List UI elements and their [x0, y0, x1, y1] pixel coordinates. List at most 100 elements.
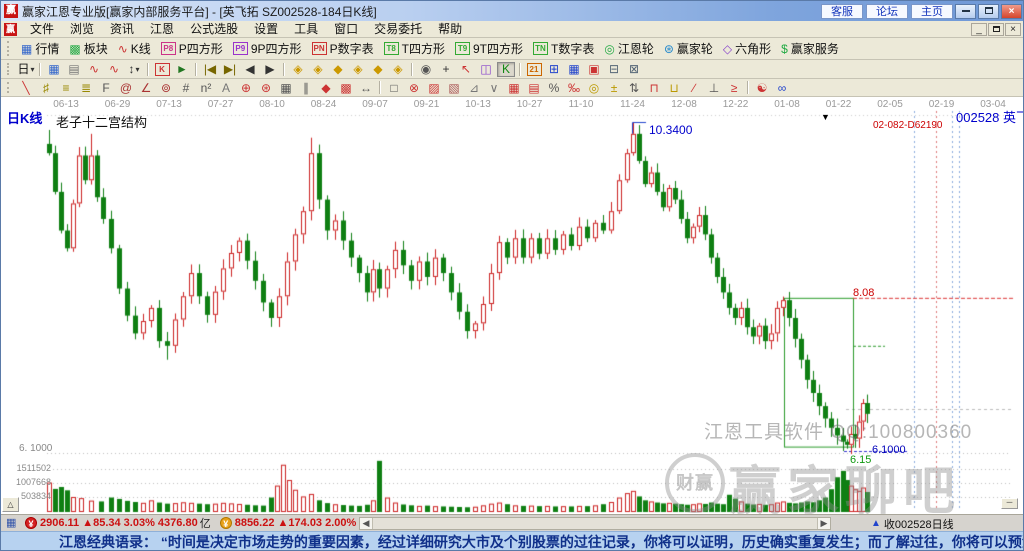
gann-diamond-2[interactable]: ◈: [309, 62, 327, 77]
scale-toggle-icon[interactable]: ↕▾: [125, 62, 143, 77]
span-arrow-tool[interactable]: ↔: [357, 80, 375, 95]
calculator-button[interactable]: ⊞: [545, 62, 563, 77]
sectors-button[interactable]: ▩板块: [64, 39, 112, 59]
calendar-button[interactable]: 21: [525, 62, 543, 77]
minimize-button[interactable]: [955, 4, 976, 19]
palace-tool[interactable]: ◫: [477, 62, 495, 77]
multi-slope-tool[interactable]: ≥: [725, 80, 743, 95]
angle-line-tool[interactable]: ∠: [137, 80, 155, 95]
gann-grid-tool[interactable]: ♯: [37, 80, 55, 95]
gann-fan-tool[interactable]: ⊕: [237, 80, 255, 95]
trend-line2-icon[interactable]: ∿: [105, 62, 123, 77]
save-as-button[interactable]: ▣: [585, 62, 603, 77]
kline-area-icon[interactable]: K: [153, 62, 171, 77]
a-angle-tool[interactable]: A: [217, 80, 235, 95]
panel-expand-button[interactable]: △: [2, 497, 19, 512]
golden-circle-tool[interactable]: ◎: [585, 80, 603, 95]
menu-item-9[interactable]: 帮助: [430, 21, 470, 37]
winner-service-button[interactable]: $赢家服务: [776, 39, 844, 59]
zigzag-tool[interactable]: ∨: [485, 80, 503, 95]
menu-item-2[interactable]: 资讯: [102, 21, 142, 37]
percent-retrace-tool[interactable]: ‰: [565, 80, 583, 95]
first-page-button[interactable]: |◀: [201, 62, 219, 77]
draw-pen-tool[interactable]: ╲: [17, 80, 35, 95]
menu-item-5[interactable]: 设置: [246, 21, 286, 37]
yinyang-tool[interactable]: ☯: [753, 80, 771, 95]
status-right-panel[interactable]: ▲ 收002528日线: [863, 516, 1023, 531]
scroll-thumb[interactable]: [372, 518, 818, 529]
slope-tool[interactable]: ⊿: [465, 80, 483, 95]
t9-square-button[interactable]: T99T四方形: [450, 39, 528, 59]
homepage-button[interactable]: 主页: [911, 4, 953, 19]
radial-tool[interactable]: ⊛: [257, 80, 275, 95]
menu-item-7[interactable]: 窗口: [326, 21, 366, 37]
spike-mark-tool[interactable]: ◆: [317, 80, 335, 95]
gann-wheel-button[interactable]: ◎江恩轮: [599, 39, 659, 59]
last-page-button[interactable]: ▶|: [221, 62, 239, 77]
gann-diamond-3[interactable]: ◆: [329, 62, 347, 77]
mdi-restore-button[interactable]: [988, 23, 1004, 36]
crosshair-tool[interactable]: +: [437, 62, 455, 77]
rect-draw-tool[interactable]: □: [385, 80, 403, 95]
trend-line-icon[interactable]: ∿: [85, 62, 103, 77]
p-square-button[interactable]: P8P四方形: [156, 39, 228, 59]
shade-box2-tool[interactable]: ▧: [445, 80, 463, 95]
gann-diamond-6[interactable]: ◈: [389, 62, 407, 77]
menu-item-8[interactable]: 交易委托: [366, 21, 430, 37]
box-region-tool[interactable]: ▩: [337, 80, 355, 95]
chart-window-icon[interactable]: ▦: [45, 62, 63, 77]
fibonacci-tool[interactable]: F: [97, 80, 115, 95]
scroll-right-arrow[interactable]: ▶: [818, 518, 830, 529]
split-tool[interactable]: ⇅: [625, 80, 643, 95]
menu-item-0[interactable]: 文件: [22, 21, 62, 37]
panel-collapse-button[interactable]: －: [1001, 498, 1018, 509]
gann-diamond-5[interactable]: ◆: [369, 62, 387, 77]
circle-ring-tool[interactable]: ⊚: [157, 80, 175, 95]
chart-scrollbar[interactable]: ◀ ▶: [359, 517, 831, 530]
percent-tool[interactable]: %: [545, 80, 563, 95]
mdi-minimize-button[interactable]: _: [971, 23, 987, 36]
close-button[interactable]: ×: [1001, 4, 1022, 19]
spiral-tool[interactable]: @: [117, 80, 135, 95]
t-number-table-button[interactable]: TNT数字表: [528, 39, 599, 59]
infinity-tool[interactable]: ∞: [773, 80, 791, 95]
price-levels-tool[interactable]: ≡: [57, 80, 75, 95]
pointer-tool[interactable]: ↖: [457, 62, 475, 77]
p-number-table-button[interactable]: PNP数字表: [307, 39, 379, 59]
gold-section-tool[interactable]: ⊔: [665, 80, 683, 95]
hand-tool[interactable]: ◉: [417, 62, 435, 77]
report-view-icon[interactable]: ▤: [65, 62, 83, 77]
golden-line-tool[interactable]: ±: [605, 80, 623, 95]
shade-box-tool[interactable]: ▨: [425, 80, 443, 95]
maximize-button[interactable]: [978, 4, 999, 19]
gann-diamond-1[interactable]: ◈: [289, 62, 307, 77]
export-button[interactable]: ⊠: [625, 62, 643, 77]
period-day-dropdown[interactable]: 日▾: [17, 62, 35, 77]
mdi-close-button[interactable]: ×: [1005, 23, 1021, 36]
square-region-tool[interactable]: ▦: [277, 80, 295, 95]
menu-item-6[interactable]: 工具: [286, 21, 326, 37]
gann-diamond-4[interactable]: ◈: [349, 62, 367, 77]
k-count-tool[interactable]: ∥: [297, 80, 315, 95]
grid-hash-tool[interactable]: #: [177, 80, 195, 95]
red-grid-tool[interactable]: ▦: [505, 80, 523, 95]
menu-item-1[interactable]: 浏览: [62, 21, 102, 37]
winner-wheel-button[interactable]: ⊛赢家轮: [659, 39, 718, 59]
menu-item-3[interactable]: 江恩: [142, 21, 182, 37]
customer-service-button[interactable]: 客服: [821, 4, 863, 19]
t-square-button[interactable]: T8T四方形: [379, 39, 450, 59]
hatch-tool[interactable]: ▤: [525, 80, 543, 95]
ray-burst-tool[interactable]: ⊗: [405, 80, 423, 95]
slope-up-tool[interactable]: ∕: [685, 80, 703, 95]
f-slope-tool[interactable]: ⊥: [705, 80, 723, 95]
color-flag-icon[interactable]: ►: [173, 62, 191, 77]
n-square-tool[interactable]: n²: [197, 80, 215, 95]
menu-item-4[interactable]: 公式选股: [182, 21, 246, 37]
forum-button[interactable]: 论坛: [866, 4, 908, 19]
scroll-left-arrow[interactable]: ◀: [360, 518, 372, 529]
mirror-tool[interactable]: ⊓: [645, 80, 663, 95]
summary-table-icon[interactable]: ▦: [6, 518, 19, 529]
quotes-button[interactable]: ▦行情: [16, 39, 64, 59]
draw-mode-toggle[interactable]: K: [497, 62, 515, 77]
next-candle-button[interactable]: ▶: [261, 62, 279, 77]
